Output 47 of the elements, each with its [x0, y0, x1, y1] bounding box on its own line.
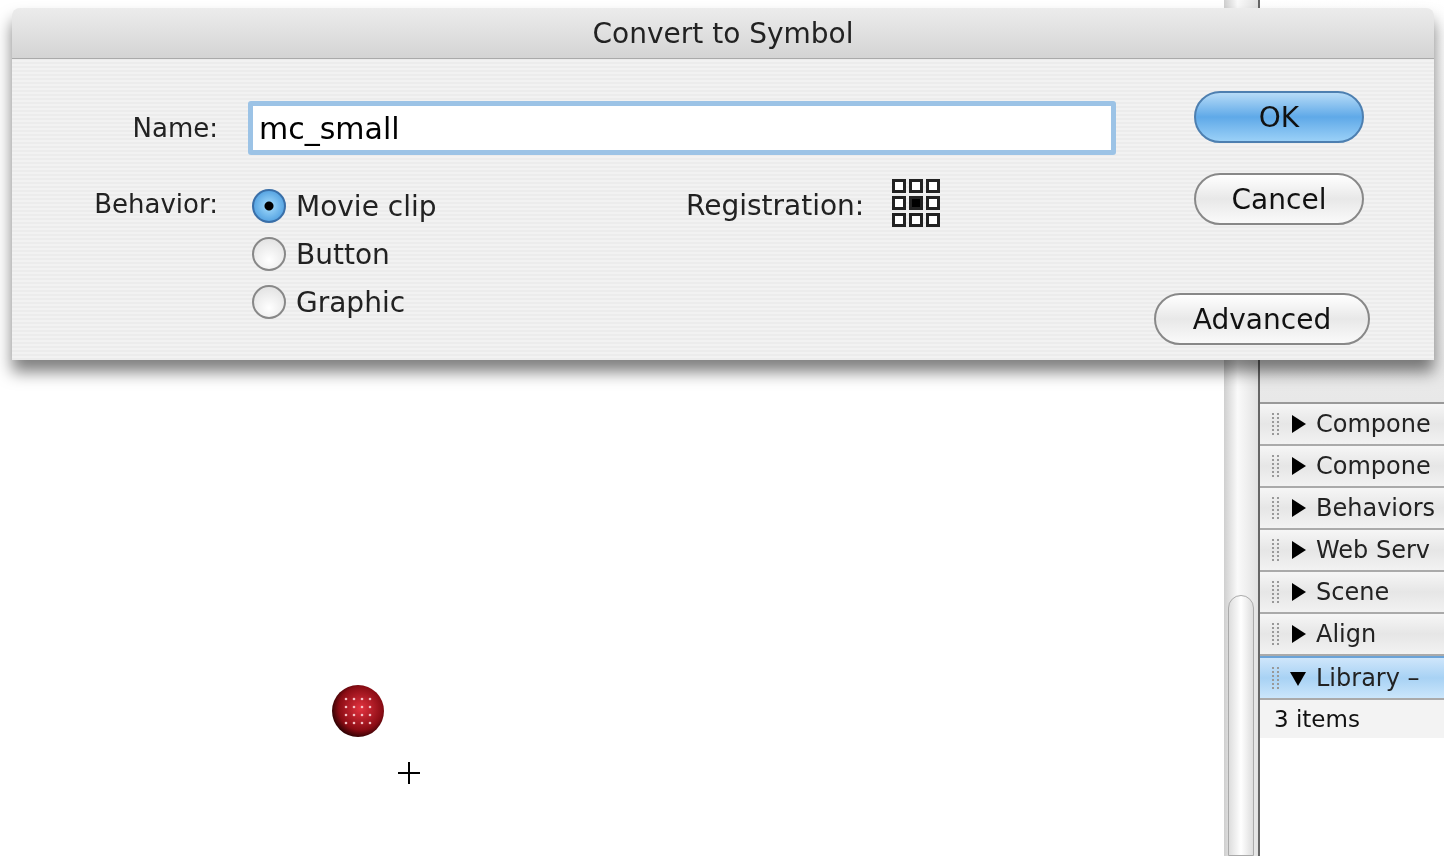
collapsed-triangle-icon — [1290, 499, 1306, 517]
radio-button[interactable] — [252, 237, 286, 271]
ball-symbol-drawing — [331, 684, 385, 738]
field-label: Behavior: — [93, 189, 218, 221]
panel-header[interactable]: Web Serv — [1260, 530, 1444, 572]
grip-icon — [1272, 413, 1280, 435]
panel-header[interactable]: Compone — [1260, 404, 1444, 446]
registration-point[interactable] — [926, 213, 941, 227]
grip-icon — [1272, 497, 1280, 519]
collapsed-triangle-icon — [1290, 625, 1306, 643]
registration-point[interactable] — [892, 196, 907, 210]
panel-header[interactable]: Library – — [1260, 656, 1444, 700]
collapsed-triangle-icon — [1290, 457, 1306, 475]
radio-option[interactable]: Button — [252, 237, 652, 271]
radio-button[interactable] — [252, 285, 286, 319]
grip-icon — [1272, 539, 1280, 561]
registration-point[interactable] — [892, 213, 907, 227]
dialog-button[interactable]: Cancel — [1194, 173, 1364, 225]
registration-point[interactable] — [926, 196, 941, 210]
grip-icon — [1272, 455, 1280, 477]
panel-header[interactable]: Scene — [1260, 572, 1444, 614]
panel-header[interactable]: Align — [1260, 614, 1444, 656]
panel-header[interactable]: Behaviors — [1260, 488, 1444, 530]
registration-point[interactable] — [909, 213, 924, 227]
default-button[interactable]: OK — [1194, 91, 1364, 143]
registration-label: Registration: — [686, 189, 865, 222]
collapsed-triangle-icon — [1290, 541, 1306, 559]
grip-icon — [1272, 623, 1280, 645]
dialog-button[interactable]: Advanced — [1154, 293, 1370, 345]
crosshair-cursor-icon — [397, 761, 421, 785]
collapsed-triangle-icon — [1290, 583, 1306, 601]
panel-header[interactable]: Compone — [1260, 446, 1444, 488]
grip-icon — [1272, 581, 1280, 603]
radio-option[interactable]: Movie clip — [252, 189, 652, 223]
registration-point[interactable] — [926, 179, 941, 193]
collapsed-triangle-icon — [1290, 415, 1306, 433]
expanded-triangle-icon — [1290, 669, 1306, 687]
radio-option[interactable]: Graphic — [252, 285, 652, 319]
field-label: Name: — [131, 113, 218, 143]
grip-icon — [1272, 667, 1280, 689]
registration-point[interactable] — [892, 179, 907, 193]
library-item-count: 3 items — [1274, 706, 1360, 732]
name-field[interactable]: mc_small — [248, 101, 1116, 155]
dialog-title: Convert to Symbol — [592, 16, 854, 50]
registration-point[interactable] — [909, 196, 924, 210]
radio-button[interactable] — [252, 189, 286, 223]
registration-point[interactable] — [909, 179, 924, 193]
